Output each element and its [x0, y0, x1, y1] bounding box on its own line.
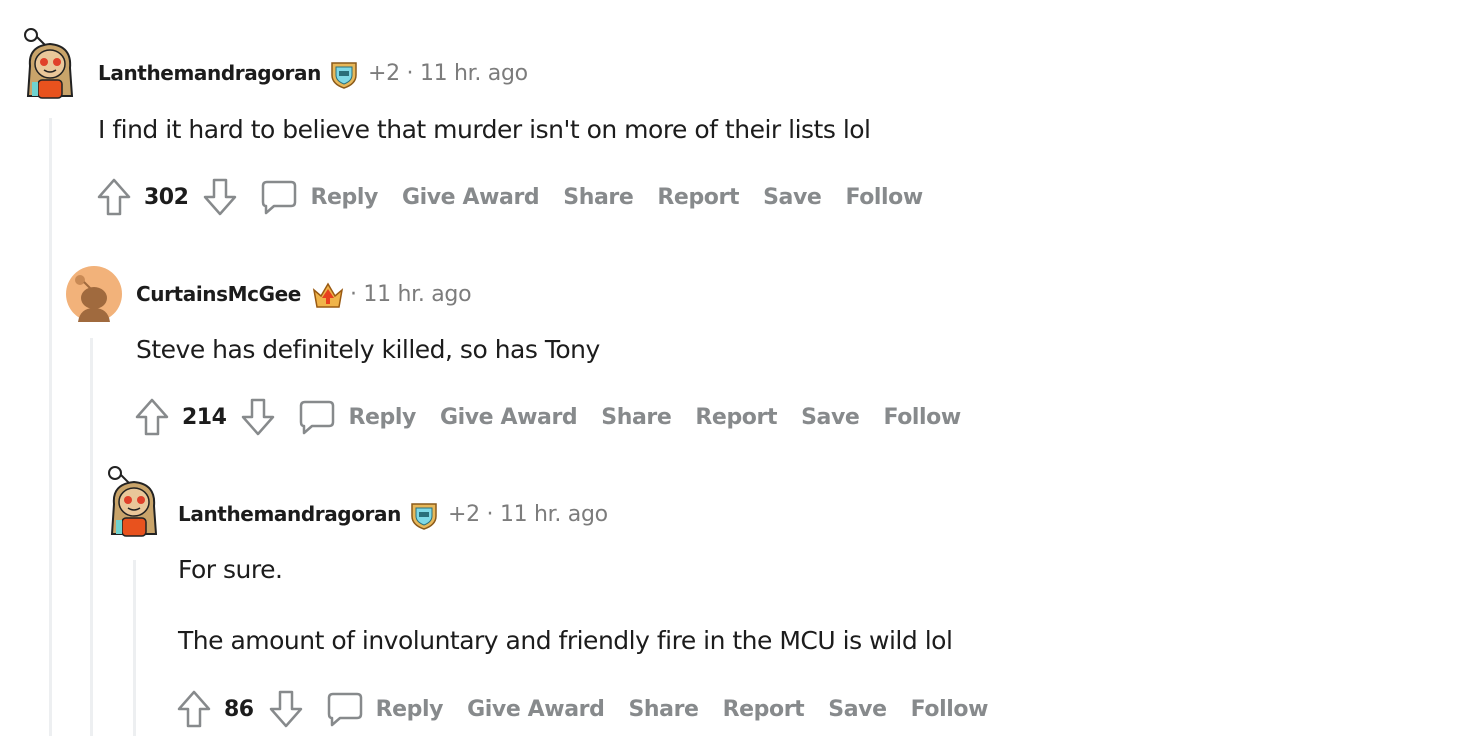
follow-button[interactable]: Follow	[883, 405, 961, 430]
comment-bubble-icon[interactable]	[260, 178, 298, 216]
snoo-avatar-icon	[108, 466, 158, 537]
report-button[interactable]: Report	[695, 405, 777, 430]
vote-score: 214	[182, 404, 227, 430]
comment-body: I find it hard to believe that murder is…	[98, 115, 871, 144]
meta-separator: ·	[350, 282, 357, 307]
thread-line-level-1[interactable]	[49, 118, 52, 736]
timestamp[interactable]: 11 hr. ago	[500, 502, 608, 527]
award-shield-icon	[409, 500, 439, 530]
comment-actions: 86 Reply Give Award Share Report Save Fo…	[176, 687, 988, 731]
thread-line-level-3[interactable]	[133, 560, 136, 736]
award-count: +2	[448, 502, 480, 527]
avatar[interactable]	[20, 28, 78, 99]
comment-actions: 302 Reply Give Award Share Report Save F…	[96, 175, 923, 219]
share-button[interactable]: Share	[601, 405, 672, 430]
meta-separator: ·	[406, 61, 414, 86]
username[interactable]: CurtainsMcGee	[136, 282, 301, 306]
downvote-icon[interactable]	[202, 177, 238, 217]
award-count: +2	[368, 61, 400, 86]
upvote-icon[interactable]	[134, 397, 170, 437]
give-award-button[interactable]: Give Award	[440, 405, 578, 430]
comment-body-paragraph: The amount of involuntary and friendly f…	[178, 626, 953, 655]
upvote-icon[interactable]	[176, 689, 212, 729]
save-button[interactable]: Save	[828, 697, 887, 722]
downvote-icon[interactable]	[240, 397, 276, 437]
comment-body-paragraph: For sure.	[178, 555, 283, 584]
thread-line-level-2[interactable]	[90, 338, 93, 736]
save-button[interactable]: Save	[801, 405, 860, 430]
username[interactable]: Lanthemandragoran	[98, 61, 321, 85]
share-button[interactable]: Share	[628, 697, 699, 722]
reply-button[interactable]: Reply	[348, 405, 416, 430]
comment-actions: 214 Reply Give Award Share Report Save F…	[134, 395, 961, 439]
share-button[interactable]: Share	[563, 185, 634, 210]
avatar[interactable]	[104, 466, 162, 537]
snoo-avatar-icon	[24, 28, 74, 99]
avatar[interactable]	[66, 266, 124, 328]
reply-button[interactable]: Reply	[310, 185, 378, 210]
give-award-button[interactable]: Give Award	[402, 185, 540, 210]
downvote-icon[interactable]	[268, 689, 304, 729]
report-button[interactable]: Report	[657, 185, 739, 210]
vote-score: 302	[144, 184, 189, 210]
give-award-button[interactable]: Give Award	[467, 697, 605, 722]
save-button[interactable]: Save	[763, 185, 822, 210]
meta-separator: ·	[486, 502, 494, 527]
vote-score: 86	[224, 696, 254, 722]
follow-button[interactable]: Follow	[845, 185, 923, 210]
comment-meta: · 11 hr. ago	[350, 282, 472, 307]
report-button[interactable]: Report	[723, 697, 805, 722]
award-shield-icon	[329, 59, 359, 89]
comment-meta: +2 · 11 hr. ago	[368, 61, 528, 86]
comment-bubble-icon[interactable]	[326, 690, 364, 728]
comment-meta: +2 · 11 hr. ago	[448, 502, 608, 527]
upvote-icon[interactable]	[96, 177, 132, 217]
follow-button[interactable]: Follow	[911, 697, 989, 722]
username[interactable]: Lanthemandragoran	[178, 502, 401, 526]
comment-bubble-icon[interactable]	[298, 398, 336, 436]
award-crown-icon	[312, 280, 344, 310]
default-snoo-avatar-icon	[66, 266, 122, 322]
timestamp[interactable]: 11 hr. ago	[363, 282, 471, 307]
timestamp[interactable]: 11 hr. ago	[420, 61, 528, 86]
comment-body: Steve has definitely killed, so has Tony	[136, 335, 600, 364]
reply-button[interactable]: Reply	[376, 697, 444, 722]
